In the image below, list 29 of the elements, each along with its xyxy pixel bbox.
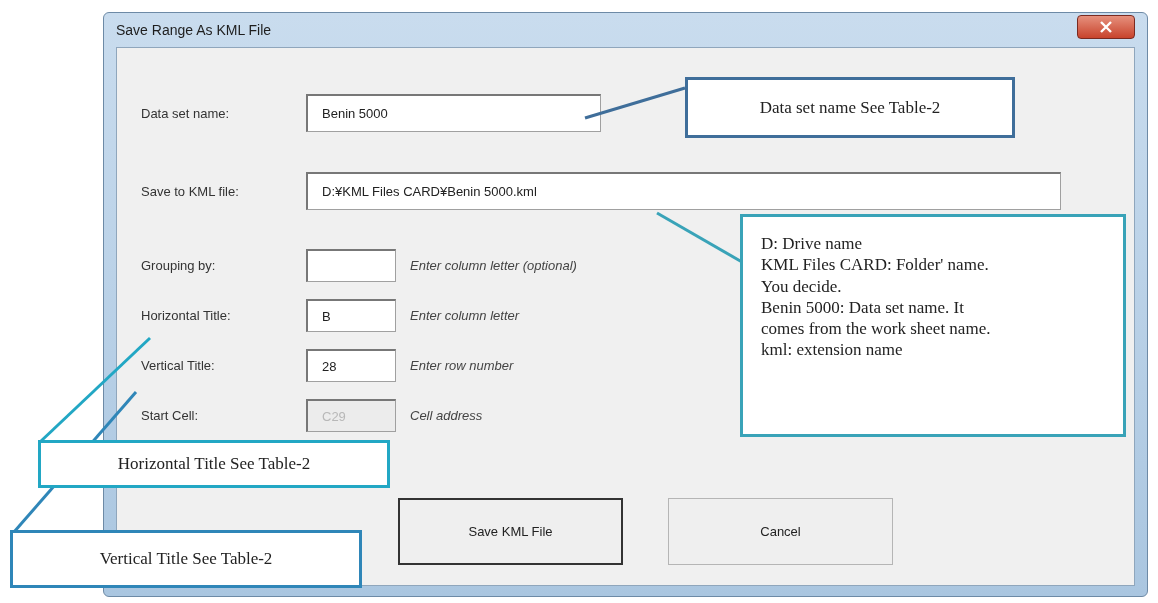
input-field[interactable] — [306, 249, 396, 282]
save-button[interactable]: Save KML File — [398, 498, 623, 565]
field-hint: Enter column letter (optional) — [410, 258, 577, 273]
field-hint: Enter row number — [410, 358, 514, 373]
input-field[interactable]: Benin 5000 — [306, 94, 601, 132]
callout-text: comes from the work sheet name. — [761, 318, 991, 340]
field-label: Vertical Title: — [141, 358, 216, 373]
field-label: Horizontal Title: — [141, 308, 232, 323]
field-label: Data set name: — [141, 105, 231, 121]
callout-text: You decide. — [761, 275, 842, 297]
field-label: Start Cell: — [141, 408, 200, 423]
callout-text: KML Files CARD: Folder' name. — [761, 254, 989, 276]
field-hint: Enter column letter — [410, 308, 520, 323]
window-title: Save Range As KML File — [116, 22, 272, 38]
callout-text: Horizontal Title See Table-2 — [117, 453, 311, 475]
input-field[interactable]: 28 — [306, 349, 396, 382]
callout-text: kml: extension name — [761, 339, 903, 361]
callout-text: D: Drive name — [761, 233, 863, 255]
callout-text: Vertical Title See Table-2 — [99, 548, 273, 570]
field-label: Save to KML file: — [141, 183, 240, 199]
input-field[interactable]: D:¥KML Files CARD¥Benin 5000.kml — [306, 172, 1061, 210]
cancel-button[interactable]: Cancel — [668, 498, 893, 565]
callout-text: Benin 5000: Data set name. It — [761, 296, 964, 318]
callout-text: Data set name See Table-2 — [759, 96, 941, 119]
close-button[interactable] — [1077, 15, 1135, 39]
close-icon — [1099, 21, 1113, 33]
input-field[interactable]: B — [306, 299, 396, 332]
field-hint: Cell address — [410, 408, 483, 423]
field-label: Grouping by: — [141, 258, 217, 273]
